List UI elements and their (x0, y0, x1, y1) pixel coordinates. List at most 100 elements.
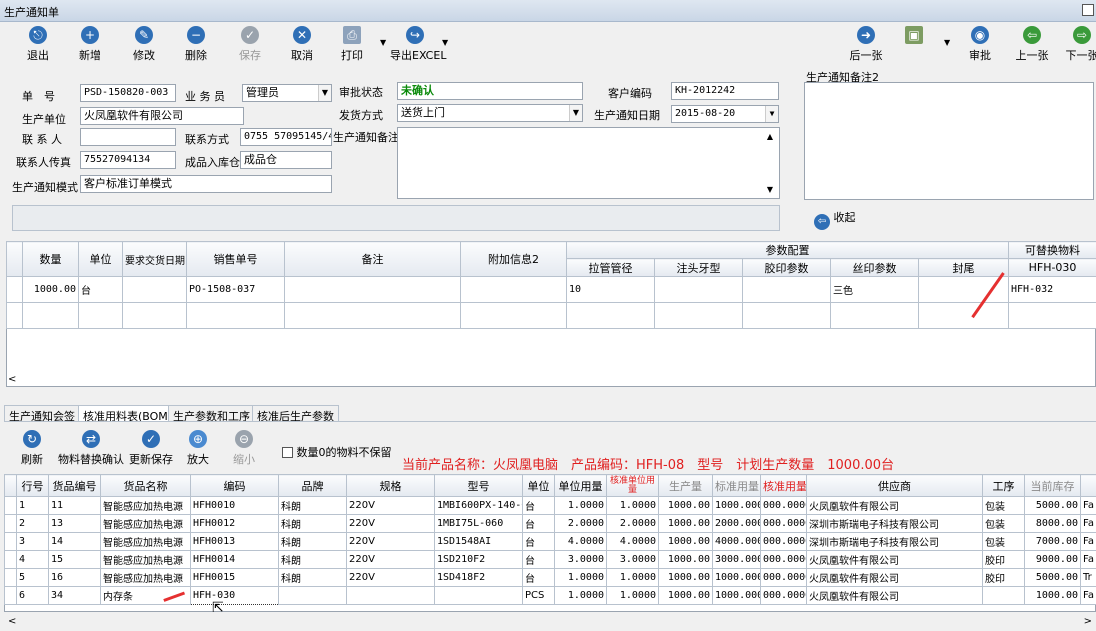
bom-cell[interactable]: 9000.00 (1024, 550, 1081, 569)
approve-button[interactable]: ◉ 审批 (958, 26, 1002, 64)
bom-cell[interactable]: 4000.0000 (712, 532, 761, 551)
bom-cell[interactable]: 台 (522, 550, 555, 569)
bom-cell[interactable]: 科朗 (278, 532, 347, 551)
bom-cell[interactable] (278, 586, 347, 605)
bom-cell[interactable]: 胶印 (982, 568, 1025, 587)
table-row[interactable]: 6 34 内存条 HFH-030 PCS 1.0000 1.0000 1000.00 1000.… (4, 586, 1096, 605)
tab-bom[interactable]: 核准用料表(BOM) (78, 405, 178, 423)
bom-cell[interactable]: HFH0013 (190, 532, 279, 551)
bom-cell[interactable]: 深圳市斯瑞电子科技有限公司 (806, 532, 983, 551)
replace-confirm-button[interactable]: ⇄ 物料替换确认 (58, 430, 124, 468)
scroll-right-icon[interactable]: > (1084, 616, 1092, 627)
bom-cell[interactable]: 1.0000 (606, 496, 659, 515)
bom-cell[interactable]: 1 (16, 496, 49, 515)
bom-cell[interactable]: 11 (48, 496, 101, 515)
doc-no-field[interactable]: PSD-150820-003 (80, 84, 176, 102)
phone-field[interactable]: 0755 57095145/43 (240, 128, 332, 146)
bom-cell[interactable]: 1000.00 (1024, 586, 1081, 605)
tab-sign[interactable]: 生产通知会签 (4, 405, 80, 423)
bom-cell[interactable]: 16 (48, 568, 101, 587)
bom-cell[interactable]: 1MBI600PX-140-03 (434, 496, 523, 515)
bom-cell[interactable]: 胶印 (982, 550, 1025, 569)
bom-cell[interactable]: Fa (1080, 496, 1096, 515)
bom-cell[interactable]: 科朗 (278, 550, 347, 569)
bom-cell[interactable]: 2 (16, 514, 49, 533)
bom-cell[interactable]: 4.0000 (606, 532, 659, 551)
prev-button[interactable]: ➜ 后一张 (844, 26, 888, 64)
restore-icon[interactable] (1082, 4, 1094, 16)
bom-cell[interactable]: Fa (1080, 532, 1096, 551)
bom-cell[interactable]: 7000.00 (1024, 532, 1081, 551)
bom-cell[interactable]: 220V (346, 514, 435, 533)
bom-cell[interactable]: 6 (16, 586, 49, 605)
remark-memo[interactable]: ▲ ▼ (397, 127, 780, 199)
bom-cell[interactable]: 深圳市斯瑞电子科技有限公司 (806, 514, 983, 533)
print-button[interactable]: ⎙ 打印 (330, 26, 374, 64)
bom-cell[interactable]: 智能感应加热电源 (100, 496, 191, 515)
bom-cell[interactable]: 4 (16, 550, 49, 569)
bom-cell[interactable]: 1.0000 (554, 586, 607, 605)
remark2-memo[interactable] (804, 82, 1094, 200)
chevron-down-icon[interactable]: ▼ (318, 85, 331, 101)
bom-cell[interactable]: 智能感应加热电源 (100, 568, 191, 587)
bom-cell[interactable]: 5 (16, 568, 49, 587)
table-row[interactable]: 1000.00 台 PO-1508-037 10 三色 HFH-032 (6, 276, 1096, 303)
edit-button[interactable]: ✎ 修改 (122, 26, 166, 64)
bom-cell[interactable]: 火凤凰软件有限公司 (806, 550, 983, 569)
bom-cell[interactable]: 1SD210F2 (434, 550, 523, 569)
bom-cell[interactable]: 14 (48, 532, 101, 551)
bom-cell[interactable]: 包装 (982, 514, 1025, 533)
bom-cell[interactable]: 智能感应加热电源 (100, 514, 191, 533)
bom-cell[interactable]: HFH0015 (190, 568, 279, 587)
zoom-out-button[interactable]: ⊖ 缩小 (226, 430, 262, 468)
date-picker[interactable]: 2015-08-20 ▼ (671, 105, 779, 123)
bom-cell[interactable]: Fa (1080, 550, 1096, 569)
bom-cell[interactable]: Tr (1080, 568, 1096, 587)
folder-dropdown-icon[interactable]: ▼ (944, 38, 950, 47)
bom-cell[interactable]: 1000.0000 (712, 496, 761, 515)
scroll-down-icon[interactable]: ▼ (767, 185, 773, 194)
bom-cell[interactable]: 台 (522, 568, 555, 587)
bom-cell[interactable]: 220V (346, 568, 435, 587)
bom-cell[interactable]: 火凤凰软件有限公司 (806, 568, 983, 587)
bom-cell[interactable]: 1000.0000 (712, 568, 761, 587)
bom-cell[interactable]: 包装 (982, 532, 1025, 551)
table-row[interactable]: 3 14 智能感应加热电源 HFH0013 科朗 220V 1SD1548AI 台 4.0000… (4, 532, 1096, 551)
table-row[interactable]: 111智能感应加热电源HFH0010科朗220V1MBI600PX-140-03… (4, 496, 1096, 515)
collapse-button[interactable]: ⇦ 收起 (814, 209, 856, 230)
bom-cell[interactable]: 2000.0000 (712, 514, 761, 533)
bom-cell[interactable]: 000.0000 (760, 568, 807, 587)
scroll-up-icon[interactable]: ▲ (767, 132, 773, 141)
bom-cell[interactable]: 1.0000 (606, 586, 659, 605)
bom-cell[interactable]: 1MBI75L-060 (434, 514, 523, 533)
calendar-dropdown-icon[interactable]: ▼ (765, 106, 778, 122)
refresh-button[interactable]: ↻ 刷新 (12, 430, 52, 468)
bom-cell[interactable]: 1000.00 (658, 550, 713, 569)
bom-cell[interactable]: 台 (522, 496, 555, 515)
bom-cell[interactable]: 1.0000 (554, 496, 607, 515)
bom-cell[interactable]: 1000.00 (658, 532, 713, 551)
bom-cell[interactable]: 科朗 (278, 496, 347, 515)
bom-cell[interactable]: 1.0000 (606, 568, 659, 587)
bom-cell[interactable]: 台 (522, 532, 555, 551)
bom-cell[interactable]: 000.0000 (760, 514, 807, 533)
print-dropdown-icon[interactable]: ▼ (380, 38, 386, 47)
add-button[interactable]: + 新增 (68, 26, 112, 64)
bom-cell[interactable]: 包装 (982, 496, 1025, 515)
bom-cell[interactable] (346, 586, 435, 605)
bom-cell[interactable]: 台 (522, 514, 555, 533)
folder-button[interactable]: ▣ (896, 26, 932, 64)
bom-cell[interactable]: 智能感应加热电源 (100, 532, 191, 551)
bom-cell[interactable]: 000.0000 (760, 496, 807, 515)
bom-cell[interactable]: 13 (48, 514, 101, 533)
warehouse-field[interactable]: 成品仓 (240, 151, 332, 169)
bom-cell[interactable]: 1SD418F2 (434, 568, 523, 587)
bom-cell[interactable]: 1000.00 (658, 496, 713, 515)
scroll-left-icon[interactable]: < (8, 616, 16, 627)
delete-button[interactable]: − 删除 (174, 26, 218, 64)
contact-field[interactable] (80, 128, 176, 146)
bom-cell[interactable]: 1SD1548AI (434, 532, 523, 551)
export-excel-button[interactable]: ↪ 导出EXCEL (390, 26, 446, 64)
bom-cell[interactable]: Fa (1080, 514, 1096, 533)
bom-cell[interactable]: 火凤凰软件有限公司 (806, 496, 983, 515)
